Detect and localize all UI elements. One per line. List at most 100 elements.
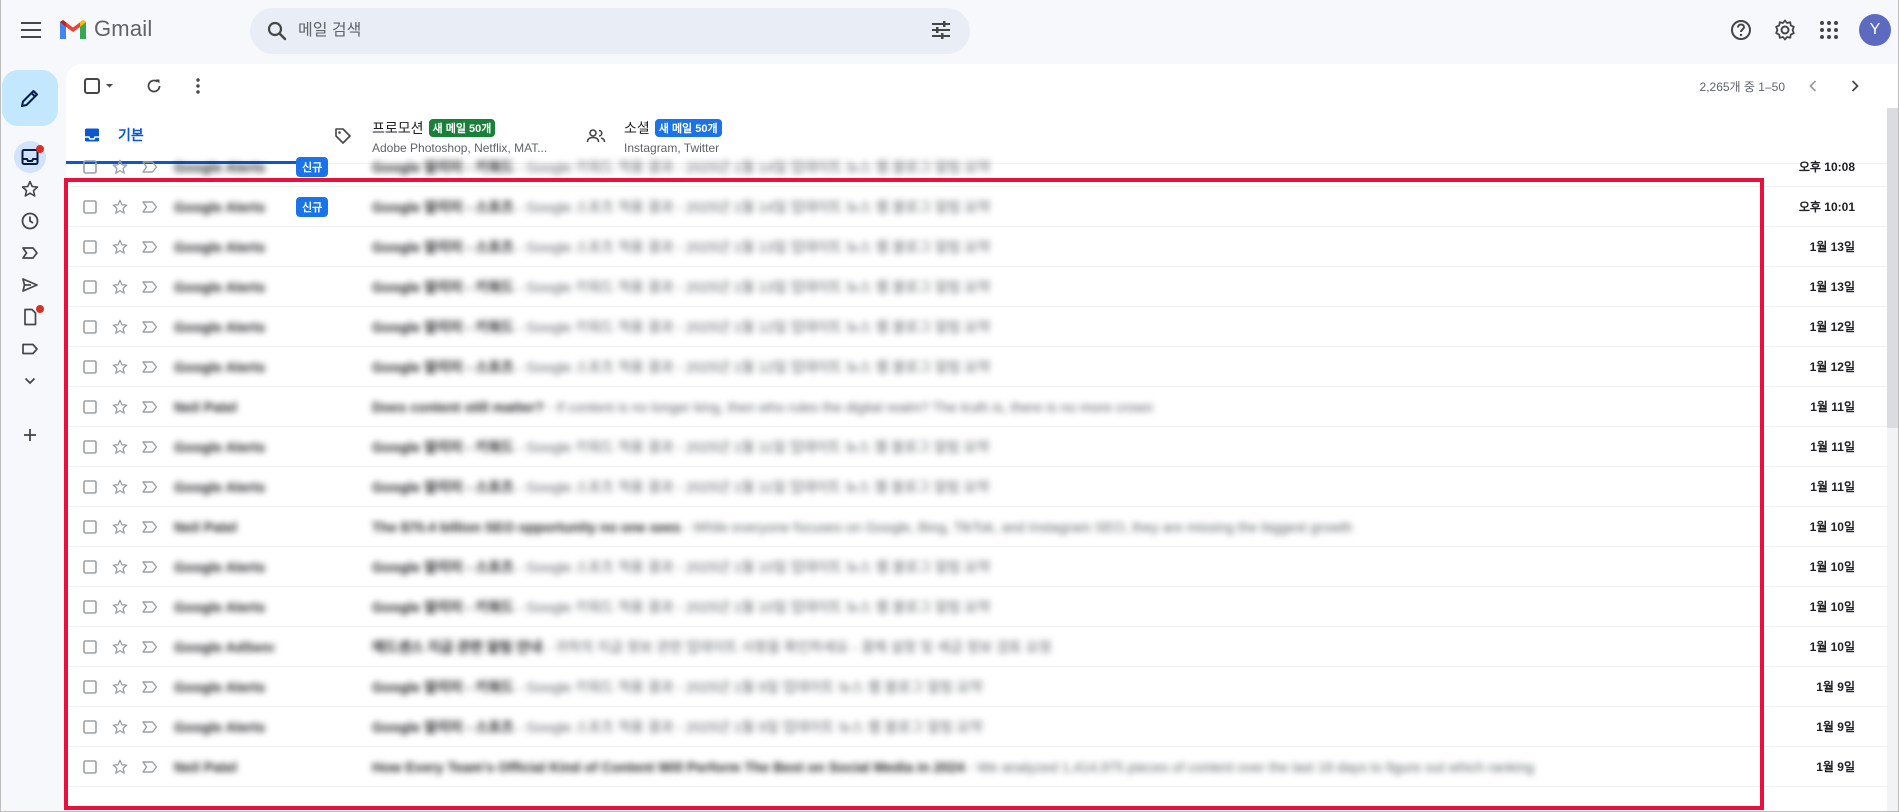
row-checkbox[interactable] xyxy=(80,517,100,537)
important-marker-icon[interactable] xyxy=(140,677,160,697)
important-marker-icon[interactable] xyxy=(140,277,160,297)
star-icon[interactable] xyxy=(110,397,130,417)
row-checkbox[interactable] xyxy=(80,277,100,297)
snoozed-clock-icon[interactable] xyxy=(14,205,46,237)
row-checkbox[interactable] xyxy=(80,597,100,617)
search-input[interactable] xyxy=(298,22,898,40)
next-page-chevron-icon[interactable] xyxy=(1841,72,1869,100)
search-icon[interactable] xyxy=(264,18,290,44)
important-marker-icon[interactable] xyxy=(140,197,160,217)
more-options-icon[interactable] xyxy=(184,72,212,100)
important-marker-icon[interactable] xyxy=(140,397,160,417)
star-icon[interactable] xyxy=(110,597,130,617)
email-subject: Google 알리미 - 키워드 xyxy=(372,318,514,335)
important-marker-icon[interactable] xyxy=(140,717,160,737)
search-bar[interactable] xyxy=(250,8,970,54)
row-checkbox[interactable] xyxy=(80,757,100,777)
important-label-icon[interactable] xyxy=(14,237,46,269)
drafts-file-icon[interactable] xyxy=(14,301,46,333)
row-checkbox[interactable] xyxy=(80,357,100,377)
email-row[interactable]: Google Alerts Google 알리미 - 키워드 - Google 키… xyxy=(66,427,1889,467)
add-label-plus-icon[interactable] xyxy=(14,419,46,451)
label-tag-icon[interactable] xyxy=(14,333,46,365)
settings-gear-icon[interactable] xyxy=(1765,10,1805,50)
row-checkbox[interactable] xyxy=(80,197,100,217)
refresh-icon[interactable] xyxy=(140,72,168,100)
email-date: 1월 13일 xyxy=(1809,280,1855,294)
email-subject: Google 알리미 - 스포츠 xyxy=(372,718,514,735)
star-icon[interactable] xyxy=(110,237,130,257)
row-checkbox[interactable] xyxy=(80,157,100,177)
email-row[interactable]: Neil Patel Does content still matter? - I… xyxy=(66,387,1889,427)
email-row[interactable]: Neil Patel How Every Team's Official Kind… xyxy=(66,747,1889,787)
email-row[interactable]: Google Alerts Google 알리미 - 키워드 - Google 키… xyxy=(66,667,1889,707)
row-checkbox[interactable] xyxy=(80,237,100,257)
important-marker-icon[interactable] xyxy=(140,757,160,777)
important-marker-icon[interactable] xyxy=(140,557,160,577)
more-chevron-down-icon[interactable] xyxy=(14,365,46,397)
gmail-logo[interactable]: Gmail xyxy=(58,16,152,42)
email-row[interactable]: Google Alerts 신규 Google 알리미 - 키워드 - Google… xyxy=(66,147,1889,187)
scrollbar-thumb[interactable] xyxy=(1887,108,1899,428)
email-row[interactable]: Google Alerts Google 알리미 - 스포츠 - Google 스… xyxy=(66,467,1889,507)
star-icon[interactable] xyxy=(110,677,130,697)
compose-button[interactable] xyxy=(2,70,58,126)
star-icon[interactable] xyxy=(110,157,130,177)
important-marker-icon[interactable] xyxy=(140,637,160,657)
star-icon[interactable] xyxy=(110,757,130,777)
email-row[interactable]: Google Alerts Google 알리미 - 키워드 - Google 키… xyxy=(66,587,1889,627)
row-checkbox[interactable] xyxy=(80,437,100,457)
star-icon[interactable] xyxy=(110,717,130,737)
star-icon[interactable] xyxy=(110,357,130,377)
important-marker-icon[interactable] xyxy=(140,157,160,177)
select-all-checkbox[interactable] xyxy=(82,72,118,100)
row-checkbox[interactable] xyxy=(80,477,100,497)
star-icon[interactable] xyxy=(110,517,130,537)
prev-page-chevron-icon[interactable] xyxy=(1799,72,1827,100)
email-row[interactable]: Google Alerts Google 알리미 - 스포츠 - Google 스… xyxy=(66,227,1889,267)
email-row[interactable]: Google AdSense 애드센스 지급 관련 알림 안내 - 귀하의 지급 … xyxy=(66,627,1889,667)
main-menu-icon[interactable] xyxy=(16,14,48,46)
row-checkbox[interactable] xyxy=(80,317,100,337)
email-row[interactable]: Neil Patel The $70.4 billion SEO opportun… xyxy=(66,507,1889,547)
email-row[interactable]: Google Alerts Google 알리미 - 키워드 - Google 키… xyxy=(66,307,1889,347)
email-row[interactable]: Google Alerts Google 알리미 - 스포츠 - Google 스… xyxy=(66,547,1889,587)
star-icon[interactable] xyxy=(110,197,130,217)
row-checkbox[interactable] xyxy=(80,397,100,417)
important-marker-icon[interactable] xyxy=(140,237,160,257)
row-checkbox[interactable] xyxy=(80,557,100,577)
starred-nav-icon[interactable] xyxy=(14,173,46,205)
help-icon[interactable] xyxy=(1721,10,1761,50)
row-checkbox[interactable] xyxy=(80,637,100,657)
top-bar: Gmail Y xyxy=(0,0,1899,60)
sent-icon[interactable] xyxy=(14,269,46,301)
email-snippet: 귀하의 지급 정보 관련 업데이트 사항을 확인하세요 - 결제 설정 및 세금… xyxy=(554,638,1052,655)
inbox-nav-icon[interactable] xyxy=(14,141,46,173)
inbox-unread-dot xyxy=(36,145,44,153)
star-icon[interactable] xyxy=(110,637,130,657)
star-icon[interactable] xyxy=(110,317,130,337)
important-marker-icon[interactable] xyxy=(140,477,160,497)
row-checkbox[interactable] xyxy=(80,717,100,737)
email-sender: Neil Patel xyxy=(174,398,238,415)
star-icon[interactable] xyxy=(110,277,130,297)
important-marker-icon[interactable] xyxy=(140,357,160,377)
important-marker-icon[interactable] xyxy=(140,517,160,537)
email-sender: Google Alerts xyxy=(174,718,266,735)
important-marker-icon[interactable] xyxy=(140,597,160,617)
star-icon[interactable] xyxy=(110,557,130,577)
account-avatar[interactable]: Y xyxy=(1859,14,1891,46)
email-row[interactable]: Google Alerts Google 알리미 - 스포츠 - Google 스… xyxy=(66,707,1889,747)
email-row[interactable]: Google Alerts Google 알리미 - 키워드 - Google 키… xyxy=(66,267,1889,307)
apps-grid-icon[interactable] xyxy=(1809,10,1849,50)
star-icon[interactable] xyxy=(110,477,130,497)
important-marker-icon[interactable] xyxy=(140,437,160,457)
email-row[interactable]: Google Alerts Google 알리미 - 스포츠 - Google 스… xyxy=(66,347,1889,387)
email-row[interactable]: Google Alerts 신규 Google 알리미 - 스포츠 - Google… xyxy=(66,187,1889,227)
search-options-icon[interactable] xyxy=(930,19,954,43)
star-icon[interactable] xyxy=(110,437,130,457)
important-marker-icon[interactable] xyxy=(140,317,160,337)
email-date: 1월 10일 xyxy=(1809,520,1855,534)
email-subject-snippet: Google 알리미 - 키워드 - Google 키워드 적용 결과 - 20… xyxy=(372,677,1832,697)
row-checkbox[interactable] xyxy=(80,677,100,697)
